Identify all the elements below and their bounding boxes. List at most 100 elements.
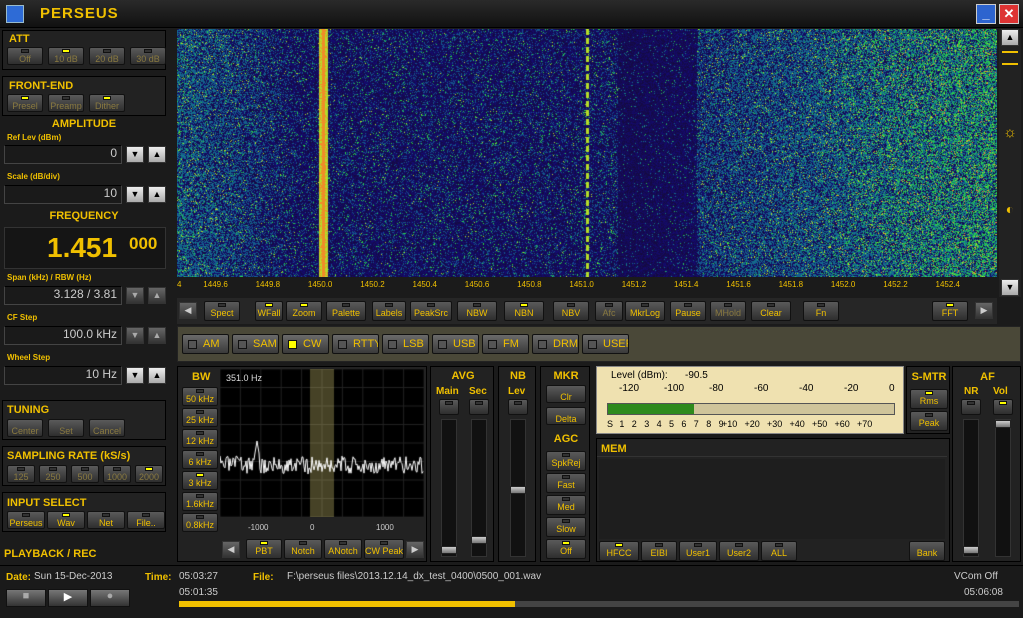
minimize-icon[interactable]: _ [976, 4, 996, 24]
mode-rtty-button[interactable]: RTTY [332, 334, 379, 354]
agc-med-button[interactable]: Med [546, 495, 586, 515]
ref-level-down-icon[interactable]: ▼ [126, 146, 144, 163]
bw-3-khz-button[interactable]: 3 kHz [182, 471, 218, 490]
bw-25-khz-button[interactable]: 25 kHz [182, 408, 218, 427]
stop-icon[interactable]: ■ [6, 589, 46, 607]
mkr-delta-button[interactable]: Delta [546, 407, 586, 425]
agc-fast-button[interactable]: Fast [546, 473, 586, 493]
frequency-display[interactable]: 1.451 000 [4, 227, 166, 269]
bw-6-khz-button[interactable]: 6 kHz [182, 450, 218, 469]
peaksrc-button[interactable]: PeakSrc [410, 301, 452, 321]
500-button[interactable]: 500 [71, 465, 99, 483]
afc-button[interactable]: Afc [595, 301, 623, 321]
mode-sam-button[interactable]: SAM [232, 334, 279, 354]
wheel-step-up-icon[interactable]: ▲ [148, 367, 166, 384]
ref-level-field[interactable]: 0 [4, 145, 122, 164]
mode-fm-button[interactable]: FM [482, 334, 529, 354]
20-db-button[interactable]: 20 dB [89, 47, 125, 65]
mem-all-button[interactable]: ALL [761, 541, 797, 561]
smtr-rms-button[interactable]: Rms [910, 389, 948, 409]
preamp-button[interactable]: Preamp [48, 94, 84, 112]
bw-12-khz-button[interactable]: 12 kHz [182, 429, 218, 448]
filter-left-icon[interactable]: ◀ [222, 541, 240, 558]
pbt-button[interactable]: PBT [246, 539, 282, 559]
center-button[interactable]: Center [7, 419, 43, 437]
brightness-icon[interactable]: ☼ [1000, 124, 1020, 144]
125-button[interactable]: 125 [7, 465, 35, 483]
10-db-button[interactable]: 10 dB [48, 47, 84, 65]
wheel-step-field[interactable]: 10 Hz [4, 366, 122, 385]
smtr-peak-button[interactable]: Peak [910, 411, 948, 431]
waterfall-display[interactable] [177, 29, 997, 277]
2000-button[interactable]: 2000 [135, 465, 163, 483]
wav-button[interactable]: Wav [47, 511, 85, 529]
scroll-up-icon[interactable]: ▲ [1001, 29, 1019, 46]
vol-button[interactable] [993, 399, 1013, 415]
pause-button[interactable]: Pause [670, 301, 706, 321]
fft-button[interactable]: FFT [932, 301, 968, 321]
fn-button[interactable]: Fn [803, 301, 839, 321]
off-button[interactable]: Off [7, 47, 43, 65]
nbn-button[interactable]: NBN [504, 301, 544, 321]
nbw-button[interactable]: NBW [457, 301, 497, 321]
bank-button[interactable]: Bank [909, 541, 945, 561]
nb-level-slider[interactable] [510, 419, 526, 557]
cf-step-down-icon[interactable]: ▼ [126, 327, 144, 344]
file--button[interactable]: File.. [127, 511, 165, 529]
notch-button[interactable]: Notch [284, 539, 322, 559]
wheel-step-down-icon[interactable]: ▼ [126, 367, 144, 384]
memory-list[interactable] [599, 459, 945, 539]
scale-field[interactable]: 10 [4, 185, 122, 204]
mkr-clr-button[interactable]: Clr [546, 385, 586, 403]
mem-user2-button[interactable]: User2 [719, 541, 759, 561]
scroll-down-icon[interactable]: ▼ [1001, 279, 1019, 296]
contrast-icon[interactable]: ◐ [1000, 201, 1020, 221]
cf-step-field[interactable]: 100.0 kHz [4, 326, 122, 345]
scale-down-icon[interactable]: ▼ [126, 186, 144, 203]
cf-step-up-icon[interactable]: ▲ [148, 327, 166, 344]
net-button[interactable]: Net [87, 511, 125, 529]
mode-cw-button[interactable]: CW [282, 334, 329, 354]
cancel-button[interactable]: Cancel [89, 419, 125, 437]
play-icon[interactable]: ▶ [48, 589, 88, 607]
mem-hfcc-button[interactable]: HFCC [599, 541, 639, 561]
anotch-button[interactable]: ANotch [324, 539, 362, 559]
nr-button[interactable] [961, 399, 981, 415]
agc-off-button[interactable]: Off [546, 539, 586, 559]
bw-0-8khz-button[interactable]: 0.8kHz [182, 513, 218, 532]
ref-level-up-icon[interactable]: ▲ [148, 146, 166, 163]
mode-user-button[interactable]: USER [582, 334, 629, 354]
mem-eibi-button[interactable]: EIBI [641, 541, 677, 561]
level-handle-icon[interactable] [1002, 51, 1018, 65]
agc-spkrej-button[interactable]: SpkRej [546, 451, 586, 471]
close-icon[interactable]: ✕ [999, 4, 1019, 24]
nb-button[interactable] [508, 399, 528, 415]
mode-am-button[interactable]: AM [182, 334, 229, 354]
toolbar-right-icon[interactable]: ▶ [975, 302, 993, 319]
nr-slider[interactable] [963, 419, 979, 557]
bw-1-6khz-button[interactable]: 1.6kHz [182, 492, 218, 511]
avg-main-slider[interactable] [441, 419, 457, 557]
mode-lsb-button[interactable]: LSB [382, 334, 429, 354]
toolbar-left-icon[interactable]: ◀ [179, 302, 197, 319]
playback-progress[interactable] [179, 601, 1019, 607]
labels-button[interactable]: Labels [372, 301, 406, 321]
audio-spectrum[interactable] [220, 369, 424, 517]
filter-right-icon[interactable]: ▶ [406, 541, 424, 558]
clear-button[interactable]: Clear [751, 301, 791, 321]
zoom-button[interactable]: Zoom [286, 301, 322, 321]
volume-slider[interactable] [995, 419, 1011, 557]
span-up-icon[interactable]: ▲ [148, 287, 166, 304]
set-button[interactable]: Set [48, 419, 84, 437]
presel-button[interactable]: Presel [7, 94, 43, 112]
avg-sec-slider[interactable] [471, 419, 487, 557]
mkrlog-button[interactable]: MkrLog [625, 301, 665, 321]
spect-button[interactable]: Spect [204, 301, 240, 321]
palette-button[interactable]: Palette [326, 301, 366, 321]
nbv-button[interactable]: NBV [553, 301, 589, 321]
scale-up-icon[interactable]: ▲ [148, 186, 166, 203]
span-down-icon[interactable]: ▼ [126, 287, 144, 304]
avg-sec-button[interactable] [469, 399, 489, 415]
mode-drm-button[interactable]: DRM [532, 334, 579, 354]
record-icon[interactable]: ● [90, 589, 130, 607]
